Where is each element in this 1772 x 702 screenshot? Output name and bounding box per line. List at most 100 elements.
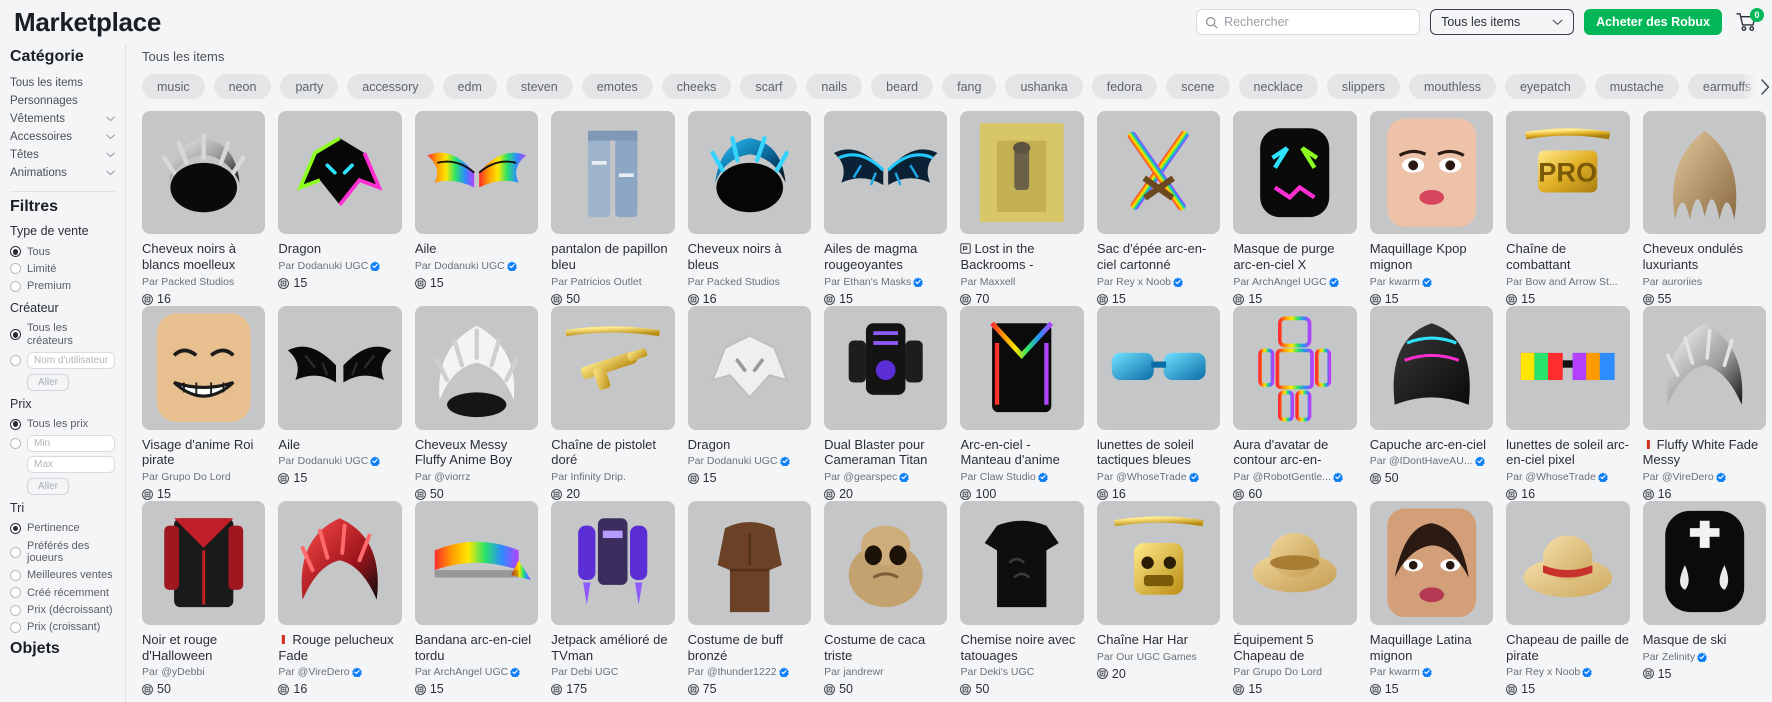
- tag-chip[interactable]: necklace: [1238, 74, 1318, 99]
- tag-chip[interactable]: mouthless: [1408, 74, 1496, 99]
- item-thumbnail[interactable]: [278, 501, 402, 625]
- item-creator[interactable]: Par @RobotGentle...: [1233, 471, 1356, 483]
- radio-option[interactable]: Tous: [10, 243, 115, 260]
- tag-chip[interactable]: cheeks: [661, 74, 732, 99]
- item-card[interactable]: Aile Par Dodanuki UGC 15: [414, 111, 539, 306]
- radio-button[interactable]: [10, 604, 21, 616]
- sidebar-category-item[interactable]: Vêtements: [10, 110, 115, 128]
- item-thumbnail[interactable]: [687, 306, 812, 430]
- item-thumbnail[interactable]: [142, 501, 266, 625]
- radio-button[interactable]: [10, 523, 21, 535]
- item-thumbnail[interactable]: [1642, 111, 1766, 235]
- tag-chip[interactable]: accessory: [347, 74, 434, 99]
- item-creator[interactable]: Par Dodanuki UGC: [278, 455, 401, 467]
- buy-robux-button[interactable]: Acheter des Robux: [1584, 9, 1722, 35]
- item-card[interactable]: Cheveux Messy Fluffy Anime Boy Par @viorr…: [414, 306, 539, 501]
- item-creator[interactable]: Par Ethan's Masks: [824, 276, 947, 288]
- item-creator[interactable]: Par auroriies: [1643, 276, 1766, 288]
- item-creator[interactable]: Par Packed Studios: [688, 276, 811, 288]
- item-creator[interactable]: Par Grupo Do Lord: [142, 471, 265, 483]
- item-card[interactable]: Bandana arc-en-ciel tordu Par ArchAngel U…: [414, 501, 539, 696]
- item-thumbnail[interactable]: [278, 111, 402, 235]
- tag-chip[interactable]: scarf: [740, 74, 798, 99]
- item-card[interactable]: Masque de ski Par Zelinity 15: [1642, 501, 1766, 696]
- creator-username-row[interactable]: [10, 350, 115, 371]
- item-thumbnail[interactable]: [1233, 501, 1357, 625]
- item-thumbnail[interactable]: [824, 306, 948, 430]
- tag-chip-row[interactable]: music neon party accessory edm steven emotes ch…: [138, 74, 1772, 99]
- item-card[interactable]: Dual Blaster pour Cameraman Titan Par @ge…: [824, 306, 948, 501]
- item-thumbnail[interactable]: [1096, 306, 1221, 430]
- item-thumbnail[interactable]: PRO: [1506, 111, 1630, 235]
- item-card[interactable]: Maquillage Latina mignon Par kwarm 15: [1369, 501, 1494, 696]
- item-thumbnail[interactable]: [687, 501, 812, 625]
- item-creator[interactable]: Par Packed Studios: [142, 276, 265, 288]
- price-min-input[interactable]: [27, 434, 115, 452]
- item-card[interactable]: Costume de buff bronzé Par @thunder1222 75: [687, 501, 812, 696]
- item-card[interactable]: Dragon Par Dodanuki UGC 15: [687, 306, 812, 501]
- price-range-radio[interactable]: [10, 437, 21, 449]
- item-creator[interactable]: Par kwarm: [1370, 666, 1493, 678]
- item-card[interactable]: Arc-en-ciel - Manteau d'anime Par Claw St…: [960, 306, 1084, 501]
- item-thumbnail[interactable]: [1369, 111, 1494, 235]
- item-creator[interactable]: Par Grupo Do Lord: [1233, 666, 1356, 678]
- item-creator[interactable]: Par Deki's UGC: [960, 666, 1083, 678]
- item-card[interactable]: Cheveux ondulés luxuriants Par auroriies 5…: [1642, 111, 1766, 306]
- creator-username-input[interactable]: [27, 351, 115, 369]
- item-card[interactable]: Maquillage Kpop mignon Par kwarm 15: [1369, 111, 1494, 306]
- item-creator[interactable]: Par Maxxell: [960, 276, 1083, 288]
- item-thumbnail[interactable]: [414, 111, 539, 235]
- item-creator[interactable]: Par Claw Studio: [960, 471, 1083, 483]
- item-thumbnail[interactable]: [414, 501, 539, 625]
- item-card[interactable]: Aura d'avatar de contour arc-en- Par @Rob…: [1233, 306, 1357, 501]
- item-card[interactable]: Chapeau de paille de pirate Par Rey x Noo…: [1506, 501, 1630, 696]
- item-creator[interactable]: Par @gearspec: [824, 471, 947, 483]
- item-card[interactable]: lunettes de soleil tactiques bleues Par @…: [1096, 306, 1221, 501]
- item-creator[interactable]: Par ArchAngel UGC: [1233, 276, 1356, 288]
- item-card[interactable]: pantalon de papillon bleu Par Patricios O…: [551, 111, 675, 306]
- item-thumbnail[interactable]: [142, 306, 266, 430]
- item-creator[interactable]: Par @thunder1222: [688, 666, 811, 678]
- item-creator[interactable]: Par @WhoseTrade: [1506, 471, 1629, 483]
- radio-button[interactable]: [10, 246, 21, 258]
- item-creator[interactable]: Par kwarm: [1370, 276, 1493, 288]
- item-thumbnail[interactable]: [551, 501, 675, 625]
- item-thumbnail[interactable]: [414, 306, 539, 430]
- item-card[interactable]: lunettes de soleil arc-en-ciel pixel Par …: [1506, 306, 1630, 501]
- item-thumbnail[interactable]: [1642, 501, 1766, 625]
- creator-go-button[interactable]: Aller: [27, 373, 70, 391]
- item-card[interactable]: Ailes de magma rougeoyantes Par Ethan's M…: [824, 111, 948, 306]
- tag-chip[interactable]: fang: [942, 74, 997, 99]
- item-card[interactable]: Jetpack amélioré de TVman Par Debi UGC 175: [551, 501, 675, 696]
- item-creator[interactable]: Par @WhoseTrade: [1097, 471, 1220, 483]
- radio-option[interactable]: Prix (décroissant): [10, 601, 115, 618]
- radio-button[interactable]: [10, 587, 21, 599]
- item-creator[interactable]: Par @yDebbi: [142, 666, 265, 678]
- item-thumbnail[interactable]: [551, 306, 675, 430]
- item-card[interactable]: Noir et rouge d'Halloween Par @yDebbi 50: [142, 501, 266, 696]
- item-creator[interactable]: Par Rey x Noob: [1097, 276, 1220, 288]
- item-card[interactable]: Équipement 5 Chapeau de Par Grupo Do Lord…: [1233, 501, 1357, 696]
- item-card[interactable]: Aile Par Dodanuki UGC 15: [278, 306, 402, 501]
- tag-chip[interactable]: mustache: [1594, 74, 1679, 99]
- item-card[interactable]: Dragon Par Dodanuki UGC 15: [278, 111, 402, 306]
- item-thumbnail[interactable]: [1233, 111, 1357, 235]
- item-card[interactable]: Chaîne de pistolet doré Par Infinity Drip…: [551, 306, 675, 501]
- item-type-select[interactable]: Tous les items: [1430, 9, 1575, 35]
- radio-button[interactable]: [10, 329, 21, 341]
- item-card[interactable]: Cheveux noirs à blancs moelleux Par Packe…: [142, 111, 266, 306]
- item-creator[interactable]: Par jandrewr: [824, 666, 947, 678]
- tag-chip[interactable]: fedora: [1091, 74, 1158, 99]
- radio-option[interactable]: Premium: [10, 278, 115, 295]
- tag-chip[interactable]: party: [280, 74, 339, 99]
- radio-button[interactable]: [10, 263, 21, 275]
- tag-chip[interactable]: eyepatch: [1504, 74, 1586, 99]
- item-thumbnail[interactable]: [1506, 306, 1630, 430]
- item-thumbnail[interactable]: [824, 501, 948, 625]
- item-thumbnail[interactable]: [960, 306, 1084, 430]
- tag-chip[interactable]: ushanka: [1005, 74, 1083, 99]
- radio-option[interactable]: Pertinence: [10, 520, 115, 537]
- price-max-row[interactable]: [10, 454, 115, 475]
- item-thumbnail[interactable]: [278, 306, 402, 430]
- item-creator[interactable]: Par @viorrz: [415, 471, 538, 483]
